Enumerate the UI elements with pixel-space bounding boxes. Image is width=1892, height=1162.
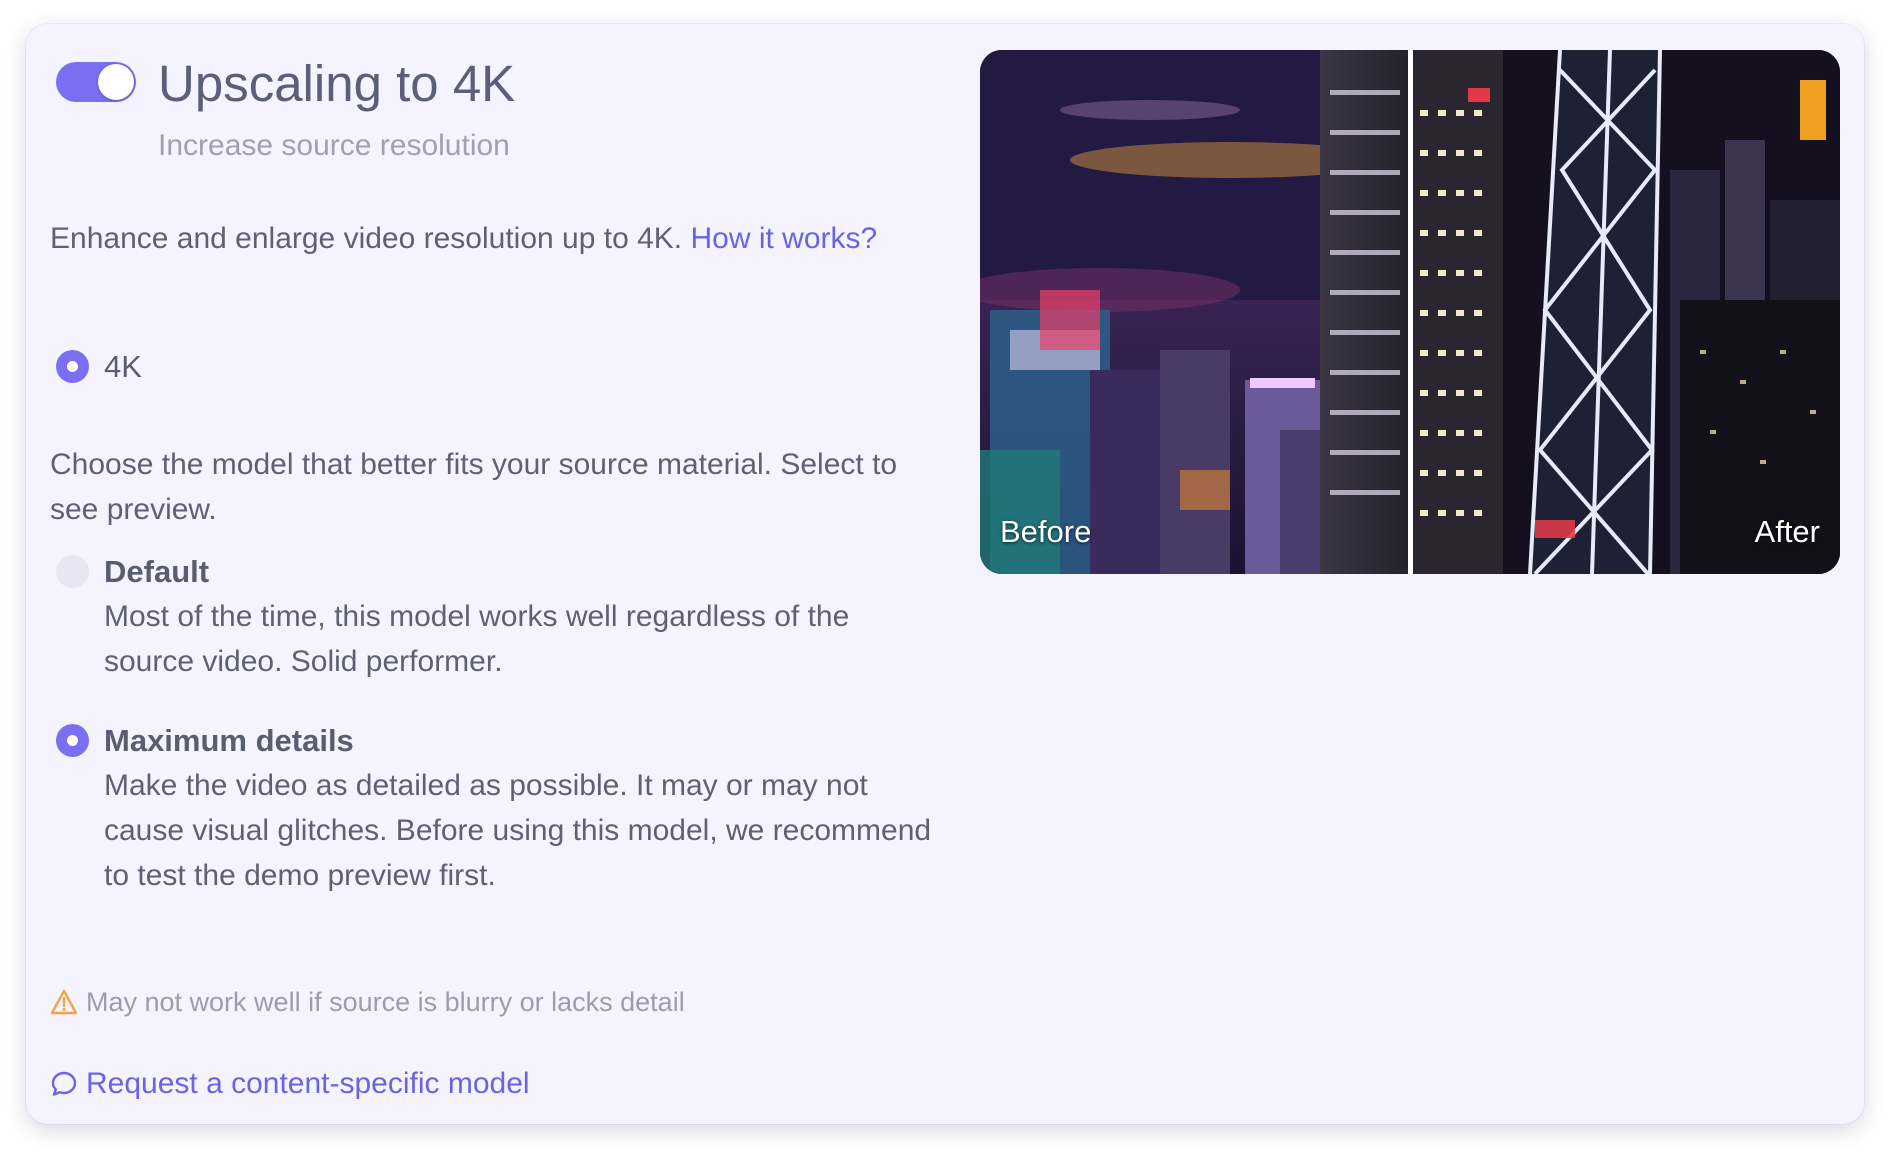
resolution-4k-radio[interactable] — [56, 350, 89, 383]
before-label: Before — [1000, 514, 1092, 549]
chat-bubble-icon — [51, 1071, 77, 1096]
model-default-description: Most of the time, this model works well … — [104, 600, 850, 678]
model-maximum-details-description: Make the video as detailed as possible. … — [104, 769, 932, 892]
warning-text: May not work well if source is blurry or… — [86, 987, 685, 1017]
intro-description: Enhance and enlarge video resolution up … — [50, 222, 691, 255]
card-subtitle: Increase source resolution — [158, 129, 510, 162]
request-model-label[interactable]: Request a content-specific model — [86, 1064, 530, 1104]
warning-icon — [50, 989, 78, 1015]
model-maximum-details-radio[interactable] — [56, 724, 89, 757]
upscaling-toggle[interactable] — [56, 62, 136, 102]
card-title: Upscaling to 4K — [158, 55, 516, 112]
resolution-4k-label: 4K — [104, 349, 142, 384]
model-maximum-details-label[interactable]: Maximum details — [104, 721, 354, 761]
city-night-preview-image — [980, 50, 1840, 574]
request-model-link[interactable]: Request a content-specific model — [50, 1064, 530, 1104]
model-help-text: Choose the model that better fits your s… — [50, 448, 898, 526]
after-label: After — [1754, 514, 1820, 549]
before-after-preview[interactable]: Before After — [980, 50, 1840, 574]
toggle-knob — [98, 64, 134, 100]
source-warning: May not work well if source is blurry or… — [50, 984, 685, 1020]
upscaling-card: Upscaling to 4K Increase source resoluti… — [26, 24, 1864, 1124]
intro-text: Enhance and enlarge video resolution up … — [50, 216, 930, 261]
model-default-label[interactable]: Default — [104, 552, 209, 592]
how-it-works-link[interactable]: How it works? — [690, 222, 877, 255]
model-default-radio[interactable] — [56, 555, 89, 588]
